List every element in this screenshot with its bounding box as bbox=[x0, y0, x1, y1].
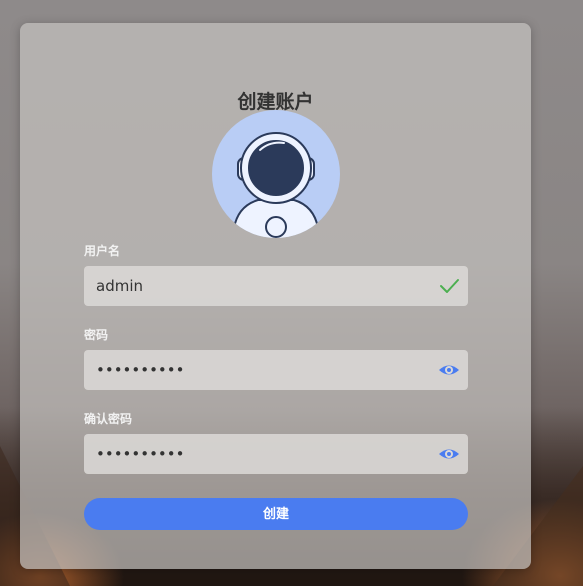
check-icon bbox=[438, 276, 460, 296]
avatar[interactable] bbox=[212, 110, 340, 238]
username-value: admin bbox=[96, 277, 143, 295]
confirm-password-label: 确认密码 bbox=[84, 412, 133, 426]
create-account-card: 创建账户 用户名 admin 密码 •••••••••• 确认密码 ••••••… bbox=[20, 23, 531, 569]
confirm-password-value: •••••••••• bbox=[96, 445, 185, 463]
password-value: •••••••••• bbox=[96, 361, 185, 379]
confirm-password-field[interactable]: •••••••••• bbox=[84, 434, 468, 474]
astronaut-avatar-icon bbox=[233, 132, 319, 238]
eye-icon[interactable] bbox=[438, 444, 460, 464]
username-field[interactable]: admin bbox=[84, 266, 468, 306]
username-label: 用户名 bbox=[84, 244, 121, 258]
password-field[interactable]: •••••••••• bbox=[84, 350, 468, 390]
eye-icon[interactable] bbox=[438, 360, 460, 380]
password-label: 密码 bbox=[84, 328, 109, 342]
create-button[interactable]: 创建 bbox=[84, 498, 468, 530]
